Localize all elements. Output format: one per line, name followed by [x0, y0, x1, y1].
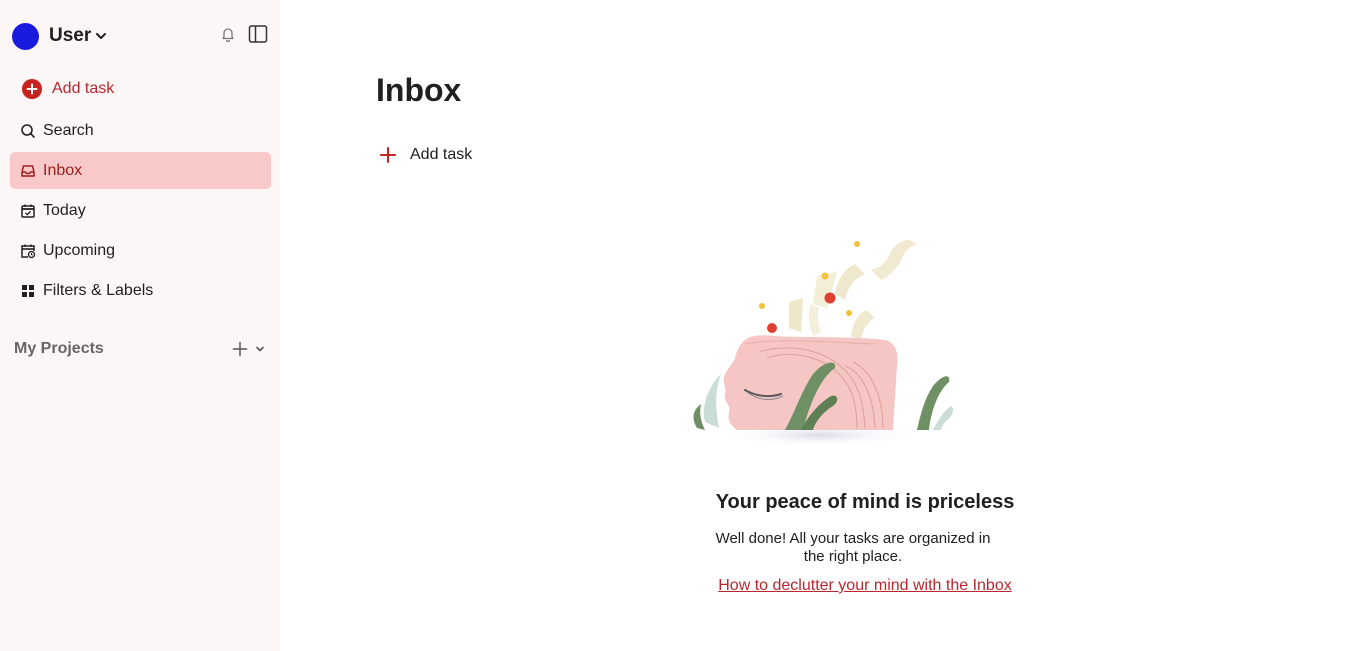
sidebar-item-upcoming[interactable]: Upcoming — [10, 232, 271, 269]
bell-icon[interactable] — [217, 23, 239, 45]
sidebar-item-today[interactable]: Today — [10, 192, 271, 229]
sidebar-add-task-button[interactable]: Add task — [10, 70, 271, 108]
plus-circle-icon — [21, 78, 43, 100]
grid-icon — [20, 283, 36, 299]
sidebar-item-search[interactable]: Search — [10, 112, 271, 149]
my-projects-label[interactable]: My Projects — [14, 340, 104, 358]
sidebar-nav: Add task Search Inbox Today Upcoming Fil… — [10, 70, 271, 312]
sidebar-add-task-label: Add task — [52, 80, 115, 97]
sidebar-item-label: Today — [43, 201, 86, 219]
add-project-icon[interactable] — [232, 341, 248, 357]
my-projects-header: My Projects — [14, 338, 266, 360]
chevron-down-icon — [94, 29, 108, 43]
inbox-icon — [20, 163, 36, 179]
empty-state-title: Your peace of mind is priceless — [715, 491, 1015, 513]
sidebar-top-actions — [217, 23, 269, 45]
page-title: Inbox — [376, 72, 462, 108]
sidebar-item-inbox[interactable]: Inbox — [10, 152, 271, 189]
empty-state-help-link[interactable]: How to declutter your mind with the Inbo… — [665, 577, 1065, 595]
app: User Add task Search Inbox Today Upcomin… — [0, 0, 1366, 651]
user-menu-button[interactable]: User — [12, 22, 108, 50]
main-content: Inbox Add task Your peace of mind is pri… — [280, 0, 1366, 651]
empty-state-description: Well done! All your tasks are organized … — [715, 530, 991, 565]
sidebar-item-label: Upcoming — [43, 241, 116, 259]
add-task-label: Add task — [410, 146, 473, 163]
sidebar-item-label: Filters & Labels — [43, 281, 154, 299]
sidebar-item-filters-labels[interactable]: Filters & Labels — [10, 272, 271, 309]
sidebar-item-label: Search — [43, 121, 94, 139]
sidebar: User Add task Search Inbox Today Upcomin… — [0, 0, 280, 651]
chevron-down-icon[interactable] — [254, 343, 266, 355]
search-icon — [20, 123, 36, 139]
sidebar-toggle-icon[interactable] — [247, 23, 269, 45]
calendar-today-icon — [20, 203, 36, 219]
calendar-upcoming-icon — [20, 243, 36, 259]
empty-state-illustration — [685, 232, 955, 452]
user-name: User — [49, 25, 92, 46]
avatar — [12, 22, 39, 50]
my-projects-actions — [232, 341, 266, 357]
sidebar-item-label: Inbox — [43, 161, 83, 179]
plus-icon — [378, 145, 398, 165]
add-task-button[interactable]: Add task — [378, 143, 472, 167]
